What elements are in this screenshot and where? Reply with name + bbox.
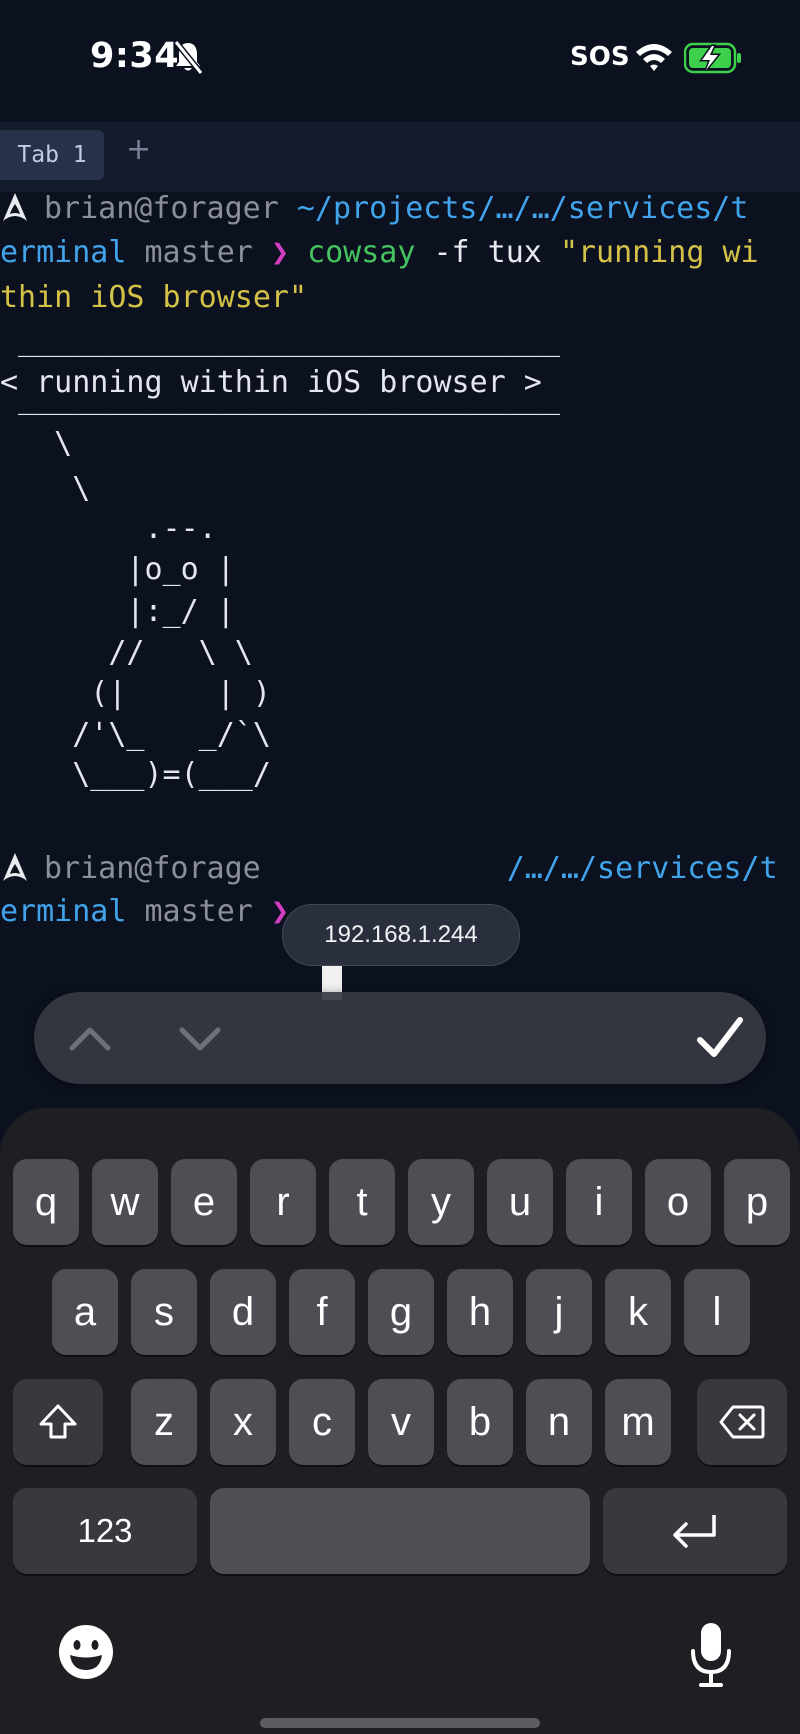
return-key[interactable] <box>603 1488 787 1574</box>
key-s[interactable]: s <box>131 1269 197 1355</box>
bell-slash-icon <box>173 40 204 75</box>
cwd-path: /…/…/services/t <box>506 851 778 886</box>
delete-icon <box>719 1405 765 1439</box>
wifi-icon <box>636 44 672 71</box>
command-string: "running wi <box>559 235 759 270</box>
tab-1[interactable]: Tab 1 <box>0 130 104 180</box>
shift-key[interactable] <box>13 1379 103 1465</box>
cwd-path: ~/projects/…/…/services/t <box>296 192 749 226</box>
key-o[interactable]: o <box>645 1159 711 1245</box>
return-icon <box>673 1515 716 1548</box>
key-p[interactable]: p <box>724 1159 790 1245</box>
key-w[interactable]: w <box>92 1159 158 1245</box>
ip-address-badge: 192.168.1.244 <box>282 904 520 966</box>
delete-key[interactable] <box>697 1379 787 1465</box>
space-key[interactable] <box>210 1488 590 1574</box>
key-x[interactable]: x <box>210 1379 276 1465</box>
key-h[interactable]: h <box>447 1269 513 1355</box>
status-bar: 9:34 SOS <box>0 0 800 120</box>
git-branch: master <box>144 894 253 929</box>
user-host: brian@forage <box>44 851 261 886</box>
output-line: |o_o | <box>0 552 235 587</box>
microphone-icon[interactable] <box>686 1620 736 1690</box>
key-n[interactable]: n <box>526 1379 592 1465</box>
key-y[interactable]: y <box>408 1159 474 1245</box>
key-e[interactable]: e <box>171 1159 237 1245</box>
key-l[interactable]: l <box>684 1269 750 1355</box>
key-t[interactable]: t <box>329 1159 395 1245</box>
key-b[interactable]: b <box>447 1379 513 1465</box>
key-q[interactable]: q <box>13 1159 79 1245</box>
cwd-path-cont: erminal <box>0 894 127 929</box>
output-line: |:_/ | <box>0 594 235 629</box>
key-d[interactable]: d <box>210 1269 276 1355</box>
new-tab-button[interactable]: + <box>126 132 151 167</box>
key-a[interactable]: a <box>52 1269 118 1355</box>
command-args: -f tux <box>433 235 542 270</box>
arch-linux-icon <box>3 853 27 881</box>
output-line: \ <box>0 426 73 461</box>
status-time: 9:34 <box>90 36 180 76</box>
prompt-line: erminal master ❯ <box>0 889 289 934</box>
shift-icon <box>39 1404 77 1439</box>
prompt-line: brian@forage /…/…/services/t <box>0 846 778 891</box>
sos-indicator: SOS <box>570 42 630 72</box>
key-g[interactable]: g <box>368 1269 434 1355</box>
arch-linux-icon <box>3 193 27 221</box>
key-u[interactable]: u <box>487 1159 553 1245</box>
key-i[interactable]: i <box>566 1159 632 1245</box>
output-line: \___)=(___/ <box>0 757 271 792</box>
keyboard-accessory-bar <box>34 992 766 1084</box>
command-name: cowsay <box>307 235 416 270</box>
prompt-line: brian@forager ~/projects/…/…/services/t <box>0 192 748 231</box>
home-indicator[interactable] <box>260 1718 540 1728</box>
numbers-key[interactable]: 123 <box>13 1488 197 1574</box>
user-host: brian@forager <box>44 192 279 226</box>
terminal[interactable]: brian@forager ~/projects/…/…/services/t … <box>0 192 800 1012</box>
output-line: \ <box>0 471 91 506</box>
key-f[interactable]: f <box>289 1269 355 1355</box>
output-line: ______________________________ <box>0 381 560 416</box>
key-m[interactable]: m <box>605 1379 671 1465</box>
tab-bar: Tab 1 + <box>0 122 800 192</box>
output-line: ______________________________ <box>0 323 560 358</box>
emoji-icon[interactable] <box>56 1622 116 1682</box>
battery-charging-icon <box>684 42 741 74</box>
key-v[interactable]: v <box>368 1379 434 1465</box>
chevron-down-icon[interactable] <box>170 1014 230 1064</box>
output-line: .--. <box>0 511 217 546</box>
key-r[interactable]: r <box>250 1159 316 1245</box>
key-j[interactable]: j <box>526 1269 592 1355</box>
checkmark-icon[interactable] <box>690 1008 750 1068</box>
output-line: // \ \ <box>0 635 253 670</box>
numbers-key-label: 123 <box>77 1512 133 1549</box>
output-line: (| | ) <box>0 676 271 711</box>
key-k[interactable]: k <box>605 1269 671 1355</box>
output-line: /'\_ _/`\ <box>0 717 271 752</box>
chevron-up-icon[interactable] <box>60 1014 120 1064</box>
key-z[interactable]: z <box>131 1379 197 1465</box>
key-c[interactable]: c <box>289 1379 355 1465</box>
command-string-cont: thin iOS browser" <box>0 280 308 315</box>
prompt-line: erminal master ❯ cowsay -f tux "running … <box>0 230 759 275</box>
git-branch: master <box>144 235 253 270</box>
prompt-symbol: ❯ <box>270 235 289 270</box>
cwd-path-cont: erminal <box>0 235 127 270</box>
